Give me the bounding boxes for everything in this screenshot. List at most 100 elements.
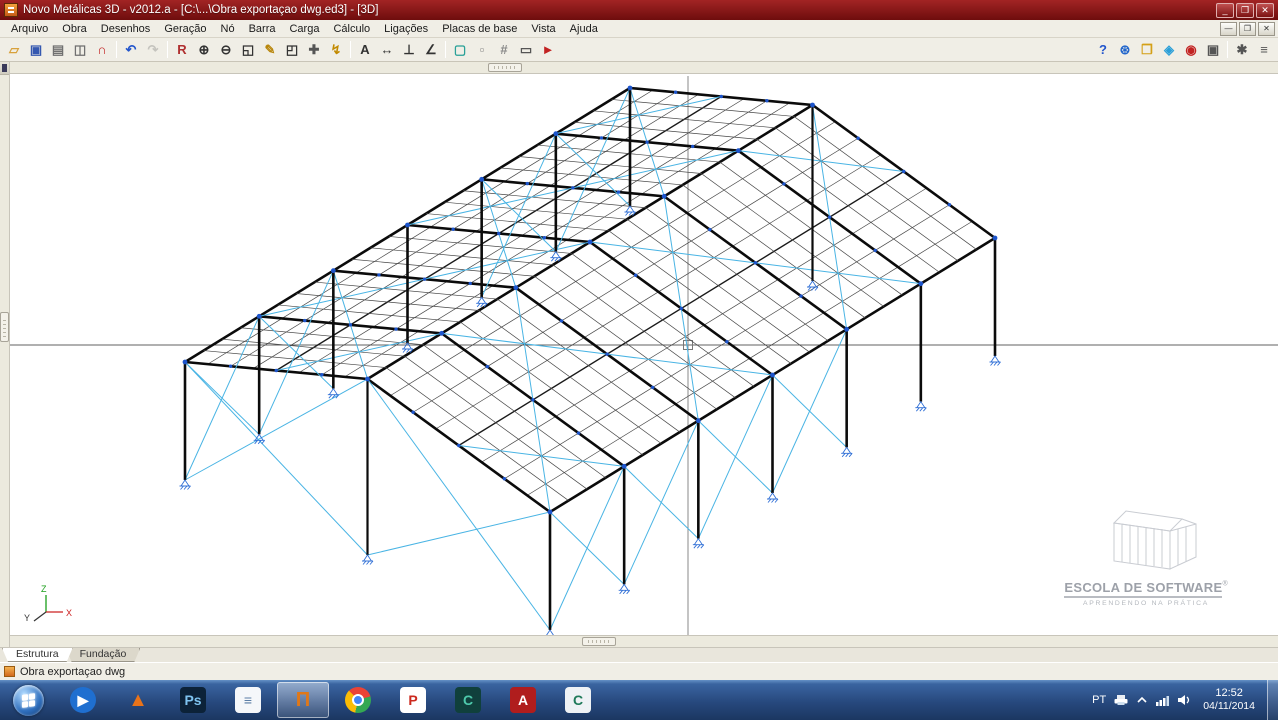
taskbar-chrome[interactable] <box>332 682 384 718</box>
mdi-close-button[interactable]: ✕ <box>1258 22 1275 36</box>
menu-desenhos[interactable]: Desenhos <box>94 21 158 37</box>
svg-text:Z: Z <box>41 584 47 594</box>
taskbar-photoshop-icon: Ps <box>180 687 206 713</box>
taskbar-photoshop[interactable]: Ps <box>167 682 219 718</box>
show-desktop-button[interactable] <box>1267 680 1278 720</box>
volume-icon[interactable] <box>1177 694 1191 706</box>
taskbar-metalicas-3d-icon: Π <box>290 687 316 713</box>
regen-button[interactable]: R <box>171 40 193 60</box>
tab-estrutura[interactable]: Estrutura <box>2 648 73 662</box>
snap-magnet-button[interactable]: ∩ <box>91 40 113 60</box>
taskbar-items: ▶▲Ps≡ΠPCAC <box>2 682 604 718</box>
mdi-restore-button[interactable]: ❐ <box>1239 22 1256 36</box>
taskbar-adobe-reader-icon: A <box>510 687 536 713</box>
selection-box-button[interactable]: ▢ <box>449 40 471 60</box>
title-bar: Novo Metálicas 3D - v2012.a - [C:\...\Ob… <box>0 0 1278 20</box>
menu-geracao[interactable]: Geração <box>157 21 213 37</box>
toolbar-separator <box>445 41 446 58</box>
tools-button[interactable]: ✱ <box>1231 40 1253 60</box>
pan-button[interactable]: ✚ <box>303 40 325 60</box>
monitor-button[interactable]: ▣ <box>1202 40 1224 60</box>
taskbar-camtasia-recorder[interactable]: C <box>552 682 604 718</box>
menu-calculo[interactable]: Cálculo <box>326 21 377 37</box>
open-button[interactable]: ▱ <box>3 40 25 60</box>
undo-button[interactable]: ↶ <box>120 40 142 60</box>
dimension-button[interactable]: ↔ <box>376 40 398 60</box>
menu-obra[interactable]: Obra <box>55 21 93 37</box>
tray-clock[interactable]: 12:52 04/11/2014 <box>1199 686 1259 714</box>
ortho-button[interactable]: ⊥ <box>398 40 420 60</box>
start-button[interactable] <box>2 682 54 718</box>
screen-button[interactable]: ▭ <box>515 40 537 60</box>
help-button[interactable]: ? <box>1092 40 1114 60</box>
bottom-scroll-grip[interactable] <box>582 637 616 646</box>
menu-carga[interactable]: Carga <box>282 21 326 37</box>
refresh-button[interactable]: ↯ <box>325 40 347 60</box>
viewport-corner-button[interactable] <box>0 62 9 75</box>
capture-button[interactable]: ◉ <box>1180 40 1202 60</box>
views-button[interactable]: ◫ <box>69 40 91 60</box>
menu-vista[interactable]: Vista <box>524 21 562 37</box>
taskbar-pdf-creator[interactable]: P <box>387 682 439 718</box>
show-hidden-icons-icon[interactable] <box>1136 695 1148 705</box>
zoom-in-button[interactable]: ⊕ <box>193 40 215 60</box>
menu-arquivo[interactable]: Arquivo <box>4 21 55 37</box>
redo-button[interactable]: ↷ <box>142 40 164 60</box>
taskbar-metalicas-3d[interactable]: Π <box>277 682 329 718</box>
tray-language[interactable]: PT <box>1092 694 1106 706</box>
grid-button[interactable]: # <box>493 40 515 60</box>
textures-button[interactable]: ◈ <box>1158 40 1180 60</box>
measure-button[interactable]: ✎ <box>259 40 281 60</box>
horizontal-scrollbar-top[interactable] <box>10 62 1278 74</box>
menu-no[interactable]: Nó <box>214 21 242 37</box>
windows-orb-icon <box>13 685 44 716</box>
taskbar-vlc[interactable]: ▲ <box>112 682 164 718</box>
toolbar-right-group: ?⊛❒◈◉▣ ✱≡ <box>1092 38 1275 61</box>
taskbar-media-player[interactable]: ▶ <box>57 682 109 718</box>
menu-bar: ArquivoObraDesenhosGeraçãoNóBarraCargaCá… <box>0 20 1278 38</box>
menu-barra[interactable]: Barra <box>242 21 283 37</box>
vertical-scrollbar[interactable] <box>0 62 10 647</box>
canvas-column: ZXY <box>10 62 1278 647</box>
text-style-button[interactable]: A <box>354 40 376 60</box>
taskbar-camtasia-studio-icon: C <box>455 687 481 713</box>
menu-placas-de-base[interactable]: Placas de base <box>435 21 524 37</box>
zoom-out-button[interactable]: ⊖ <box>215 40 237 60</box>
taskbar-adobe-reader[interactable]: A <box>497 682 549 718</box>
vertical-scroll-grip[interactable] <box>0 312 9 342</box>
close-button[interactable]: ✕ <box>1256 3 1274 18</box>
tab-fundacao[interactable]: Fundação <box>66 648 141 662</box>
taskbar-media-player-icon: ▶ <box>70 687 96 713</box>
save-button[interactable]: ▣ <box>25 40 47 60</box>
taskbar-notepad-icon: ≡ <box>235 687 261 713</box>
viewport-3d[interactable]: ZXY <box>10 74 1278 635</box>
web-update-button[interactable]: ⊛ <box>1114 40 1136 60</box>
network-icon[interactable] <box>1156 695 1169 706</box>
menu-ligacoes[interactable]: Ligações <box>377 21 435 37</box>
toolbar-separator <box>350 41 351 58</box>
tabs-container: EstruturaFundação <box>2 648 133 662</box>
options-button[interactable]: ≡ <box>1253 40 1275 60</box>
zoom-window-button[interactable]: ◱ <box>237 40 259 60</box>
menu-ajuda[interactable]: Ajuda <box>563 21 605 37</box>
watermark-registered-mark: ® <box>1222 581 1227 588</box>
zoom-extents-button[interactable]: ◰ <box>281 40 303 60</box>
taskbar-camtasia-studio[interactable]: C <box>442 682 494 718</box>
render-3d-button[interactable]: ❒ <box>1136 40 1158 60</box>
mdi-minimize-button[interactable]: — <box>1220 22 1237 36</box>
angle-button[interactable]: ∠ <box>420 40 442 60</box>
taskbar-vlc-icon: ▲ <box>125 687 151 713</box>
taskbar: ▶▲Ps≡ΠPCAC PT 12:52 04/11/2014 <box>0 680 1278 720</box>
printer-icon[interactable] <box>1114 694 1128 706</box>
work-data-button[interactable]: ▤ <box>47 40 69 60</box>
horizontal-scrollbar-bottom[interactable] <box>10 635 1278 647</box>
mdi-window-controls: — ❐ ✕ <box>1220 22 1278 36</box>
system-tray: PT 12:52 04/11/2014 <box>1092 680 1278 720</box>
top-scroll-grip[interactable] <box>488 63 522 72</box>
minimize-button[interactable]: _ <box>1216 3 1234 18</box>
maximize-button[interactable]: ❐ <box>1236 3 1254 18</box>
taskbar-notepad[interactable]: ≡ <box>222 682 274 718</box>
window-title: Novo Metálicas 3D - v2012.a - [C:\...\Ob… <box>23 4 1216 16</box>
dashed-selection-button[interactable]: ▫ <box>471 40 493 60</box>
calculate-button[interactable]: ► <box>537 40 559 60</box>
